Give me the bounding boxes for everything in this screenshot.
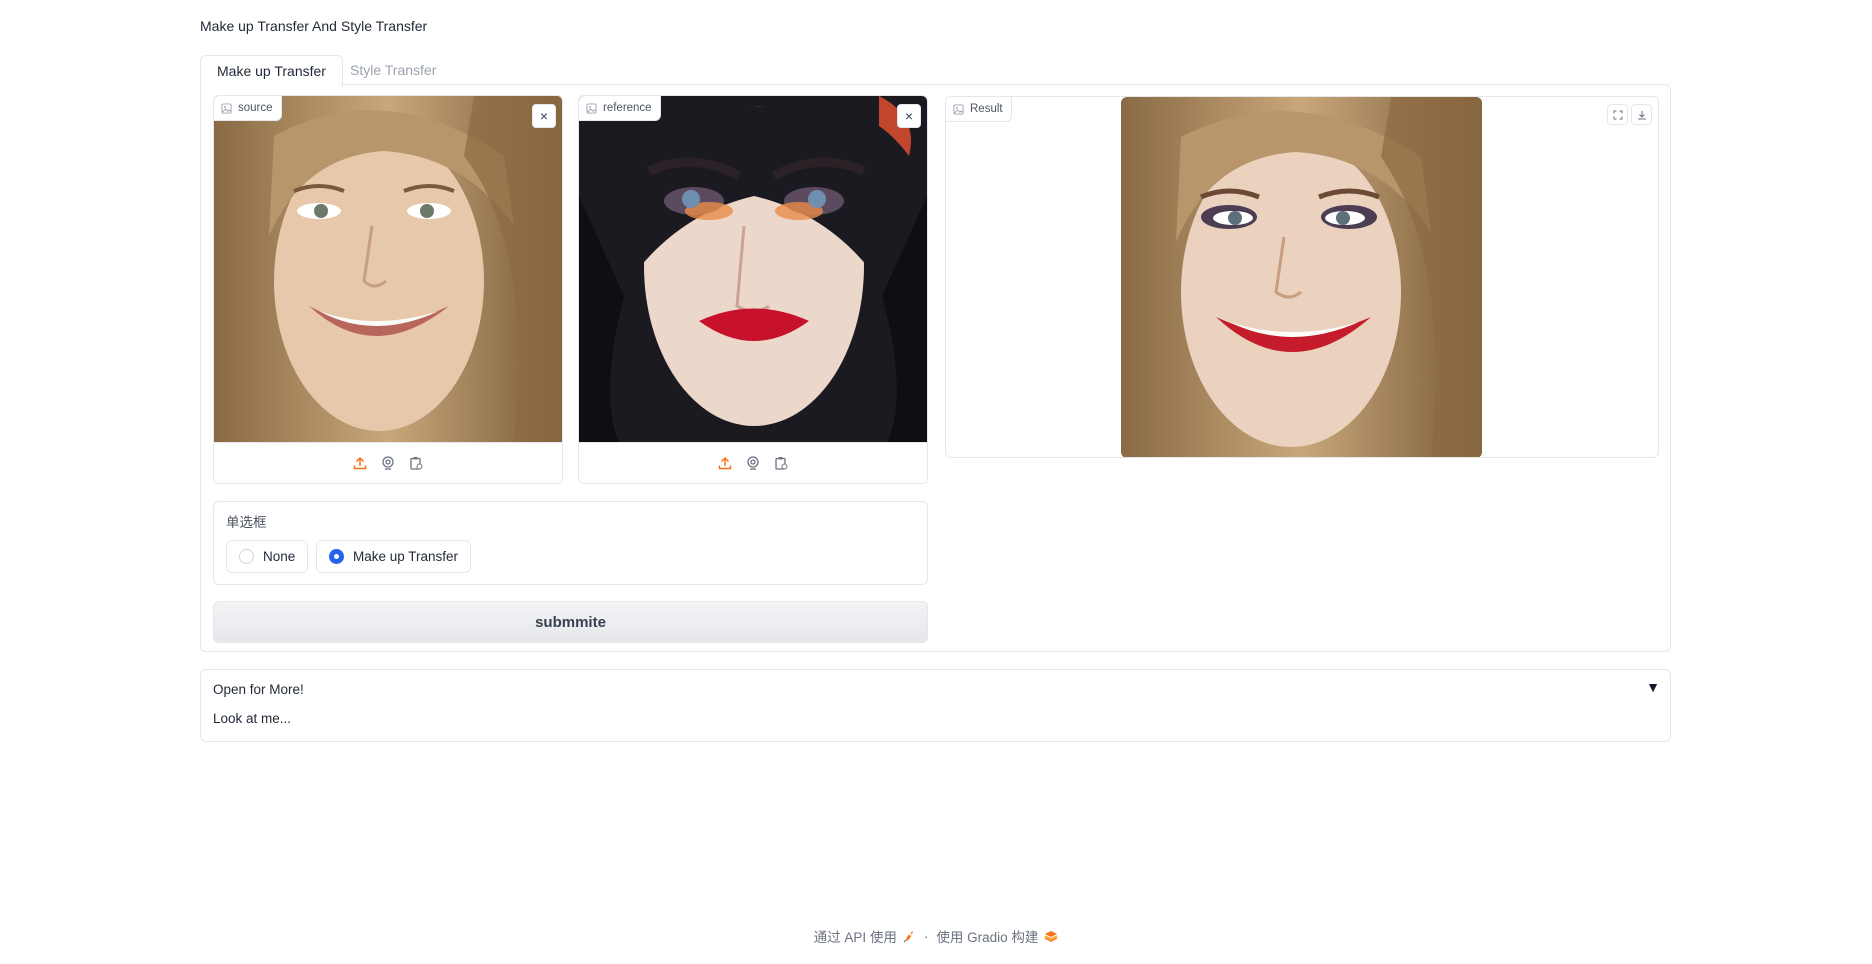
tab-style-transfer[interactable]: Style Transfer [334, 55, 452, 85]
reference-toolbar [579, 442, 927, 483]
gradio-link-text: 使用 Gradio 构建 [936, 930, 1039, 945]
reference-image-input[interactable]: reference × [578, 95, 928, 484]
accordion-content: Look at me... [213, 711, 292, 726]
tab-makeup-transfer[interactable]: Make up Transfer [200, 55, 343, 87]
download-icon[interactable] [1631, 104, 1652, 125]
gradio-logo-icon [1045, 931, 1058, 942]
footer: 通过 API 使用 · 使用 Gradio 构建 [0, 926, 1872, 946]
radio-circle-none[interactable] [239, 549, 254, 564]
radio-option-label: None [263, 549, 296, 564]
submit-button[interactable]: submmite [213, 601, 928, 643]
source-label: source [214, 96, 282, 121]
result-label-text: Result [970, 103, 1003, 115]
tab-bar: Make up Transfer Style Transfer [200, 55, 1672, 87]
gradio-link[interactable]: 使用 Gradio 构建 [936, 926, 1058, 946]
image-icon [953, 103, 964, 115]
reference-photo [579, 96, 927, 443]
source-toolbar [214, 442, 562, 483]
reference-label: reference [579, 96, 661, 121]
chevron-down-icon[interactable]: ▼ [1646, 679, 1660, 695]
image-icon [221, 102, 232, 114]
accordion: Open for More! ▼ Look at me... [200, 669, 1671, 742]
radio-option-none[interactable]: None [226, 540, 309, 573]
source-photo [214, 96, 562, 443]
result-label: Result [946, 97, 1012, 122]
api-link[interactable]: 通过 API 使用 [814, 926, 916, 946]
webcam-icon[interactable] [744, 454, 762, 472]
reference-label-text: reference [603, 102, 652, 114]
image-icon [586, 102, 597, 114]
accordion-title[interactable]: Open for More! [213, 682, 304, 697]
radio-option-label: Make up Transfer [353, 549, 459, 564]
radio-group: 单选框 None Make up Transfer [213, 501, 928, 585]
footer-separator: · [923, 928, 929, 944]
result-image-output: Result [945, 96, 1659, 458]
fullscreen-icon[interactable] [1607, 104, 1628, 125]
rocket-icon [903, 930, 913, 942]
upload-icon[interactable] [351, 454, 369, 472]
upload-icon[interactable] [716, 454, 734, 472]
close-icon[interactable]: × [897, 104, 921, 128]
radio-group-label: 单选框 [226, 515, 267, 530]
source-image-input[interactable]: source × [213, 95, 563, 484]
clipboard-icon[interactable] [772, 454, 790, 472]
result-photo [1121, 97, 1482, 457]
app-title: Make up Transfer And Style Transfer [200, 18, 428, 34]
close-icon[interactable]: × [532, 104, 556, 128]
api-link-text: 通过 API 使用 [813, 930, 897, 945]
radio-option-makeup-transfer[interactable]: Make up Transfer [316, 540, 472, 573]
radio-circle-makeup-transfer[interactable] [329, 549, 344, 564]
webcam-icon[interactable] [379, 454, 397, 472]
source-label-text: source [238, 102, 273, 114]
clipboard-icon[interactable] [407, 454, 425, 472]
